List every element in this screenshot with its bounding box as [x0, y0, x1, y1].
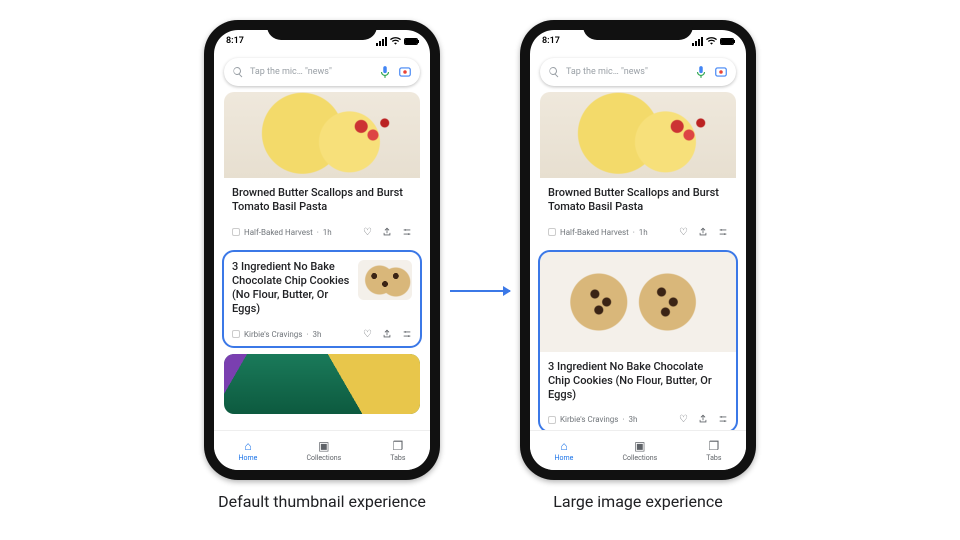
source-favicon	[548, 228, 556, 236]
collections-icon: ▣	[318, 439, 329, 453]
card-title: 3 Ingredient No Bake Chocolate Chip Cook…	[548, 360, 728, 403]
bottom-nav: ⌂Home ▣Collections ❐Tabs	[530, 430, 746, 470]
notch	[583, 20, 693, 40]
nav-label: Home	[555, 454, 574, 462]
card-age: 1h	[323, 228, 332, 237]
comparison-stage: 8:17 Tap the mic… "news"	[0, 0, 960, 511]
signal-icon	[692, 37, 703, 46]
status-time: 8:17	[542, 36, 560, 46]
card-title: Browned Butter Scallops and Burst Tomato…	[548, 186, 728, 215]
home-icon: ⌂	[244, 439, 251, 453]
card-title: 3 Ingredient No Bake Chocolate Chip Cook…	[232, 260, 350, 317]
heart-icon[interactable]: ♡	[363, 329, 372, 340]
source-name: Half-Baked Harvest	[244, 228, 313, 237]
battery-icon	[404, 38, 418, 45]
phone-frame-right: 8:17 Tap the mic… "news"	[520, 20, 756, 480]
card-age: 3h	[629, 415, 638, 424]
source-name: Kirbie's Cravings	[244, 330, 302, 339]
feed: Browned Butter Scallops and Burst Tomato…	[530, 92, 746, 430]
caption-right: Large image experience	[553, 492, 722, 511]
signal-icon	[376, 37, 387, 46]
card-age: 3h	[313, 330, 322, 339]
tune-icon[interactable]	[402, 329, 412, 340]
source-name: Half-Baked Harvest	[560, 228, 629, 237]
notch	[267, 20, 377, 40]
mic-icon[interactable]	[694, 65, 708, 79]
card-cookies-large[interactable]: 3 Ingredient No Bake Chocolate Chip Cook…	[540, 252, 736, 430]
card-pasta[interactable]: Browned Butter Scallops and Burst Tomato…	[224, 92, 420, 244]
card-thumb-cookies	[358, 260, 412, 300]
wifi-icon	[706, 37, 717, 45]
nav-tabs[interactable]: ❐Tabs	[706, 439, 721, 462]
search-placeholder: Tap the mic… "news"	[566, 67, 688, 77]
source-name: Kirbie's Cravings	[560, 415, 618, 424]
share-icon[interactable]	[382, 227, 392, 238]
card-image-next	[224, 354, 420, 414]
nav-collections[interactable]: ▣Collections	[306, 439, 341, 462]
card-next[interactable]	[224, 354, 420, 414]
feed: Browned Butter Scallops and Burst Tomato…	[214, 92, 430, 430]
nav-tabs[interactable]: ❐Tabs	[390, 439, 405, 462]
search-bar[interactable]: Tap the mic… "news"	[540, 58, 736, 86]
arrow-icon	[450, 290, 510, 292]
search-placeholder: Tap the mic… "news"	[250, 67, 372, 77]
tune-icon[interactable]	[718, 414, 728, 425]
nav-label: Collections	[306, 454, 341, 462]
screen-right: 8:17 Tap the mic… "news"	[530, 30, 746, 470]
source-favicon	[548, 416, 556, 424]
nav-label: Tabs	[390, 454, 405, 462]
tune-icon[interactable]	[718, 227, 728, 238]
caption-left: Default thumbnail experience	[218, 492, 426, 511]
nav-label: Collections	[622, 454, 657, 462]
collections-icon: ▣	[634, 439, 645, 453]
source-favicon	[232, 330, 240, 338]
heart-icon[interactable]: ♡	[363, 227, 372, 238]
wifi-icon	[390, 37, 401, 45]
tabs-icon: ❐	[708, 439, 719, 453]
nav-home[interactable]: ⌂Home	[239, 439, 258, 462]
lens-icon[interactable]	[398, 65, 412, 79]
battery-icon	[720, 38, 734, 45]
nav-collections[interactable]: ▣Collections	[622, 439, 657, 462]
search-bar[interactable]: Tap the mic… "news"	[224, 58, 420, 86]
nav-home[interactable]: ⌂Home	[555, 439, 574, 462]
bottom-nav: ⌂Home ▣Collections ❐Tabs	[214, 430, 430, 470]
left-column: 8:17 Tap the mic… "news"	[204, 20, 440, 511]
screen-left: 8:17 Tap the mic… "news"	[214, 30, 430, 470]
card-image-pasta	[540, 92, 736, 178]
nav-label: Home	[239, 454, 258, 462]
search-icon	[232, 66, 244, 78]
card-cookies-thumb[interactable]: 3 Ingredient No Bake Chocolate Chip Cook…	[224, 252, 420, 346]
share-icon[interactable]	[698, 227, 708, 238]
home-icon: ⌂	[560, 439, 567, 453]
tabs-icon: ❐	[392, 439, 403, 453]
share-icon[interactable]	[698, 414, 708, 425]
card-image-cookies	[540, 252, 736, 352]
status-time: 8:17	[226, 36, 244, 46]
heart-icon[interactable]: ♡	[679, 227, 688, 238]
source-favicon	[232, 228, 240, 236]
card-age: 1h	[639, 228, 648, 237]
heart-icon[interactable]: ♡	[679, 414, 688, 425]
phone-frame-left: 8:17 Tap the mic… "news"	[204, 20, 440, 480]
tune-icon[interactable]	[402, 227, 412, 238]
nav-label: Tabs	[706, 454, 721, 462]
right-column: 8:17 Tap the mic… "news"	[520, 20, 756, 511]
share-icon[interactable]	[382, 329, 392, 340]
mic-icon[interactable]	[378, 65, 392, 79]
lens-icon[interactable]	[714, 65, 728, 79]
card-title: Browned Butter Scallops and Burst Tomato…	[232, 186, 412, 215]
card-pasta[interactable]: Browned Butter Scallops and Burst Tomato…	[540, 92, 736, 244]
search-icon	[548, 66, 560, 78]
card-image-pasta	[224, 92, 420, 178]
